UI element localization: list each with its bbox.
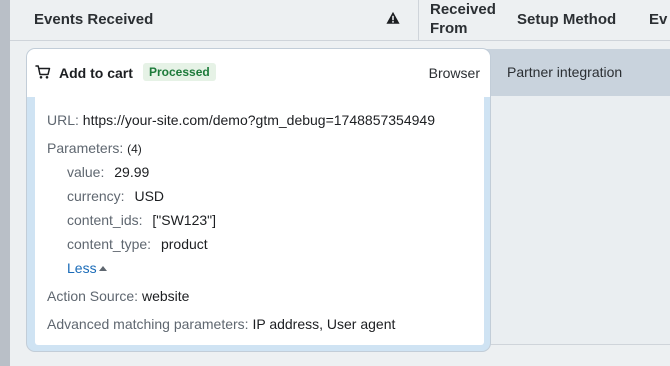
parameter-item: content_type: product [67, 236, 208, 252]
warning-triangle-icon[interactable] [386, 11, 400, 25]
event-card-header[interactable]: Add to cart Processed Browser [27, 49, 490, 97]
less-toggle[interactable]: Less [67, 260, 107, 276]
advanced-matching-value: IP address, User agent [252, 316, 396, 332]
header-setup-method[interactable]: Setup Method [517, 10, 616, 29]
action-source-row: Action Source: website [47, 288, 189, 304]
parameter-item: currency: USD [67, 188, 164, 204]
parameters-row: Parameters: (4) [47, 140, 142, 156]
action-source-value: website [141, 288, 190, 304]
url-value: https://your-site.com/demo?gtm_debug=174… [82, 112, 435, 128]
parameter-value: USD [134, 188, 165, 204]
parameter-item: value: 29.99 [67, 164, 149, 180]
parameter-item: content_ids: ["SW123"] [67, 212, 216, 228]
parameter-value: product [160, 236, 208, 252]
parameter-key: currency: [67, 188, 125, 204]
parameter-key: value: [67, 164, 105, 180]
parameter-key: content_type: [67, 236, 152, 252]
event-detail-card[interactable]: Add to cart Processed Browser URL: https… [26, 48, 491, 352]
header-events-truncated[interactable]: Ev [649, 10, 667, 29]
row-extension [482, 96, 670, 345]
parameter-value: 29.99 [114, 164, 150, 180]
less-link[interactable]: Less [67, 260, 97, 276]
header-events-received[interactable]: Events Received [34, 10, 153, 29]
caret-up-icon[interactable] [98, 265, 107, 271]
advanced-matching-row: Advanced matching parameters: IP address… [47, 316, 395, 332]
parameter-key: content_ids: [67, 212, 143, 228]
event-card-body: URL: https://your-site.com/demo?gtm_debu… [35, 97, 484, 345]
table-header: Events Received Received From Setup Meth… [10, 0, 670, 41]
header-received-from[interactable]: Received From [430, 0, 510, 38]
received-from-value: Browser [428, 65, 480, 81]
url-row: URL: https://your-site.com/demo?gtm_debu… [47, 112, 435, 128]
url-label: URL: [47, 112, 79, 128]
column-separator [418, 0, 419, 40]
advanced-matching-label: Advanced matching parameters: [47, 316, 249, 332]
event-name: Add to cart [59, 65, 133, 81]
action-source-label: Action Source: [47, 288, 139, 304]
parameter-value: ["SW123"] [152, 212, 217, 228]
parameters-label: Parameters: [47, 140, 124, 156]
status-badge: Processed [143, 63, 216, 81]
parameters-count: (4) [127, 142, 142, 156]
shopping-cart-icon [35, 65, 51, 79]
setup-method-value: Partner integration [507, 64, 623, 80]
left-rail [0, 0, 10, 366]
